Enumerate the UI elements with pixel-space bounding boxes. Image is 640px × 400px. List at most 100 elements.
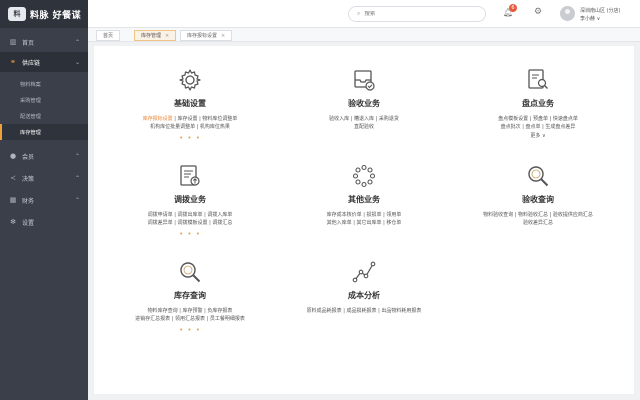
card-link-group[interactable]: 机构库位批量调整单 | 机构库位热果 (150, 124, 230, 130)
card-title: 验收业务 (348, 99, 380, 108)
bar-chart-icon: ▥ (9, 38, 17, 46)
card-link-group[interactable]: 盘点批次 | 盘点单 | 生成盘点差异 (501, 124, 576, 130)
tab-bar: 首页 库存管理 × 库存报标设置 × (88, 28, 640, 42)
sidebar-item-home[interactable]: ▥ 首页 ⌃ (0, 32, 88, 52)
calendar-icon: ▦ (9, 196, 17, 204)
sidebar-item-finance[interactable]: ▦ 财务 ⌃ (0, 190, 88, 210)
search-icon: ⌕ (357, 10, 361, 17)
link-inventory-standard-settings[interactable]: 库存报标设置 (143, 116, 173, 122)
tab-label: 库存报标设置 (187, 33, 218, 39)
clipboard-search-icon (526, 68, 550, 92)
tab-inventory-standard-settings[interactable]: 库存报标设置 × (180, 30, 233, 41)
card-link-group[interactable]: 物料库存查询 | 库存预警 | 负库存报表 (148, 308, 233, 314)
module-grid: 基础设置 库存报标设置 | 库存设置 | 物料库位调整单 机构库位批量调整单 |… (94, 46, 634, 394)
chevron-up-icon: ⌃ (74, 196, 80, 204)
card-link-group[interactable]: 直配验收 (354, 124, 374, 130)
brand-name: 料脉 好餐谋 (30, 10, 82, 21)
card-links: 物料库存查询 | 库存预警 | 负库存报表 进销存汇总报表 | 领用汇总报表 |… (100, 307, 280, 323)
card-link-group[interactable]: 进销存汇总报表 | 领用汇总报表 | 员工餐明细报表 (135, 316, 245, 322)
gear-icon[interactable]: ⚙ (534, 7, 542, 17)
card-link-group[interactable]: 盘点模板设置 | 预盘单 | 快速盘点单 (498, 116, 578, 122)
brand-logo: 料 (8, 7, 26, 21)
card-link-group[interactable]: 调拨申请单 | 调拨出库单 | 调拨入库单 (148, 212, 233, 218)
link-icon: ⚭ (10, 58, 16, 66)
card-other-business[interactable]: 其他业务 库存成本核价单 | 损损单 | 领用单 其他入库单 | 其它出库单 |… (274, 164, 454, 227)
sidebar-subitem-delivery[interactable]: 配送管理 (0, 108, 88, 124)
card-title: 盘点业务 (522, 99, 554, 108)
sidebar-item-label: 财务 (22, 197, 35, 205)
sidebar-item-label: 设置 (22, 219, 35, 227)
user-org: 深圳南山区 (分店) (580, 8, 621, 14)
circle-nodes-icon (352, 164, 376, 188)
more-dots[interactable]: • • • (100, 230, 280, 238)
card-stocktake-business[interactable]: 盘点业务 盘点模板设置 | 预盘单 | 快速盘点单 盘点批次 | 盘点单 | 生… (448, 68, 628, 139)
line-trend-icon (352, 260, 376, 284)
sidebar-subitem-purchase[interactable]: 采购管理 (0, 92, 88, 108)
document-upload-icon (178, 164, 202, 188)
brand: 料 料脉 好餐谋 (0, 0, 88, 28)
card-title: 其他业务 (348, 195, 380, 204)
avatar[interactable] (560, 6, 575, 21)
sidebar-item-label: 供应链 (22, 59, 41, 67)
card-links: 库存报标设置 | 库存设置 | 物料库位调整单 机构库位批量调整单 | 机构库位… (100, 115, 280, 131)
card-title: 验收查询 (522, 195, 554, 204)
tab-home[interactable]: 首页 (96, 30, 121, 41)
user-menu[interactable]: 李小赫 ∨ (580, 15, 600, 22)
search-box[interactable]: ⌕ (348, 6, 486, 22)
card-inventory-query[interactable]: 库存查询 物料库存查询 | 库存预警 | 负库存报表 进销存汇总报表 | 领用汇… (100, 260, 280, 334)
gear-icon (178, 68, 202, 92)
search-input[interactable] (364, 11, 465, 17)
tab-label: 库存管理 (141, 33, 162, 39)
card-link-group[interactable]: 验收差异汇总 (523, 220, 553, 226)
chevron-down-icon: ⌄ (74, 58, 80, 66)
card-title: 基础设置 (174, 99, 206, 108)
sidebar-subitem-inventory[interactable]: 库存管理 (0, 124, 88, 140)
chevron-up-icon: ⌃ (74, 174, 80, 182)
card-link-group[interactable]: 原料成品耗报表 | 成品损耗报表 | 出品物料耗用报表 (307, 308, 422, 314)
card-link-group[interactable]: 验收入库 | 糟退入库 | 采购退货 (329, 116, 399, 122)
chevron-up-icon: ⌃ (74, 152, 80, 160)
close-icon[interactable]: × (165, 33, 169, 39)
close-icon[interactable]: × (221, 33, 225, 39)
card-receiving-query[interactable]: 验收查询 物料验收查询 | 物料验收汇总 | 验收提供应商汇总 验收差异汇总 (448, 164, 628, 227)
sidebar-item-label: 会员 (22, 153, 35, 161)
magnifier-icon (178, 260, 202, 284)
card-link-group[interactable]: | 库存设置 | 物料库位调整单 (173, 116, 237, 122)
inbox-check-icon (352, 68, 376, 92)
card-link-group[interactable]: 库存成本核价单 | 损损单 | 领用单 (327, 212, 402, 218)
card-link-group[interactable]: 物料验收查询 | 物料验收汇总 | 验收提供应商汇总 (483, 212, 593, 218)
card-cost-analysis[interactable]: 成本分析 原料成品耗报表 | 成品损耗报表 | 出品物料耗用报表 (274, 260, 454, 315)
sidebar-item-member[interactable]: ● 会员 ⌃ (0, 146, 88, 166)
card-title: 库存查询 (174, 291, 206, 300)
tab-inventory-management[interactable]: 库存管理 × (134, 30, 177, 41)
share-icon: ≺ (10, 174, 16, 182)
card-links: 原料成品耗报表 | 成品损耗报表 | 出品物料耗用报表 (274, 307, 454, 315)
card-link-group[interactable]: 调拨差异单 | 调拨模板设置 | 调拨汇总 (148, 220, 233, 226)
sidebar-item-label: 决策 (22, 175, 35, 183)
card-receiving-business[interactable]: 验收业务 验收入库 | 糟退入库 | 采购退货 直配验收 (274, 68, 454, 131)
more-link[interactable]: 更多 ∨ (448, 132, 628, 139)
card-links: 调拨申请单 | 调拨出库单 | 调拨入库单 调拨差异单 | 调拨模板设置 | 调… (100, 211, 280, 227)
card-links: 验收入库 | 糟退入库 | 采购退货 直配验收 (274, 115, 454, 131)
sidebar-item-supply-chain[interactable]: ⚭ 供应链 ⌄ (0, 52, 88, 72)
sidebar-item-label: 首页 (22, 39, 35, 47)
sidebar: 料 料脉 好餐谋 ▥ 首页 ⌃ ⚭ 供应链 ⌄ 物料档案 采购管理 配送管理 库… (0, 0, 88, 400)
more-dots[interactable]: • • • (100, 326, 280, 334)
card-links: 物料验收查询 | 物料验收汇总 | 验收提供应商汇总 验收差异汇总 (448, 211, 628, 227)
chevron-up-icon: ⌃ (74, 38, 80, 46)
card-link-group[interactable]: 其他入库单 | 其它出库单 | 移仓单 (327, 220, 402, 226)
card-links: 盘点模板设置 | 预盘单 | 快速盘点单 盘点批次 | 盘点单 | 生成盘点差异 (448, 115, 628, 131)
magnifier-icon (526, 164, 550, 188)
card-links: 库存成本核价单 | 损损单 | 领用单 其他入库单 | 其它出库单 | 移仓单 (274, 211, 454, 227)
card-transfer-business[interactable]: 调拨业务 调拨申请单 | 调拨出库单 | 调拨入库单 调拨差异单 | 调拨模板设… (100, 164, 280, 238)
sidebar-item-decision[interactable]: ≺ 决策 ⌃ (0, 168, 88, 188)
notification-badge: 6 (509, 4, 517, 12)
sidebar-subitem-material-archive[interactable]: 物料档案 (0, 76, 88, 92)
sidebar-item-settings[interactable]: ✻ 设置 (0, 212, 88, 232)
card-title: 调拨业务 (174, 195, 206, 204)
tab-label: 首页 (103, 33, 114, 39)
card-basic-settings[interactable]: 基础设置 库存报标设置 | 库存设置 | 物料库位调整单 机构库位批量调整单 |… (100, 68, 280, 142)
more-dots[interactable]: • • • (100, 134, 280, 142)
card-title: 成本分析 (348, 291, 380, 300)
person-icon: ● (9, 152, 17, 160)
